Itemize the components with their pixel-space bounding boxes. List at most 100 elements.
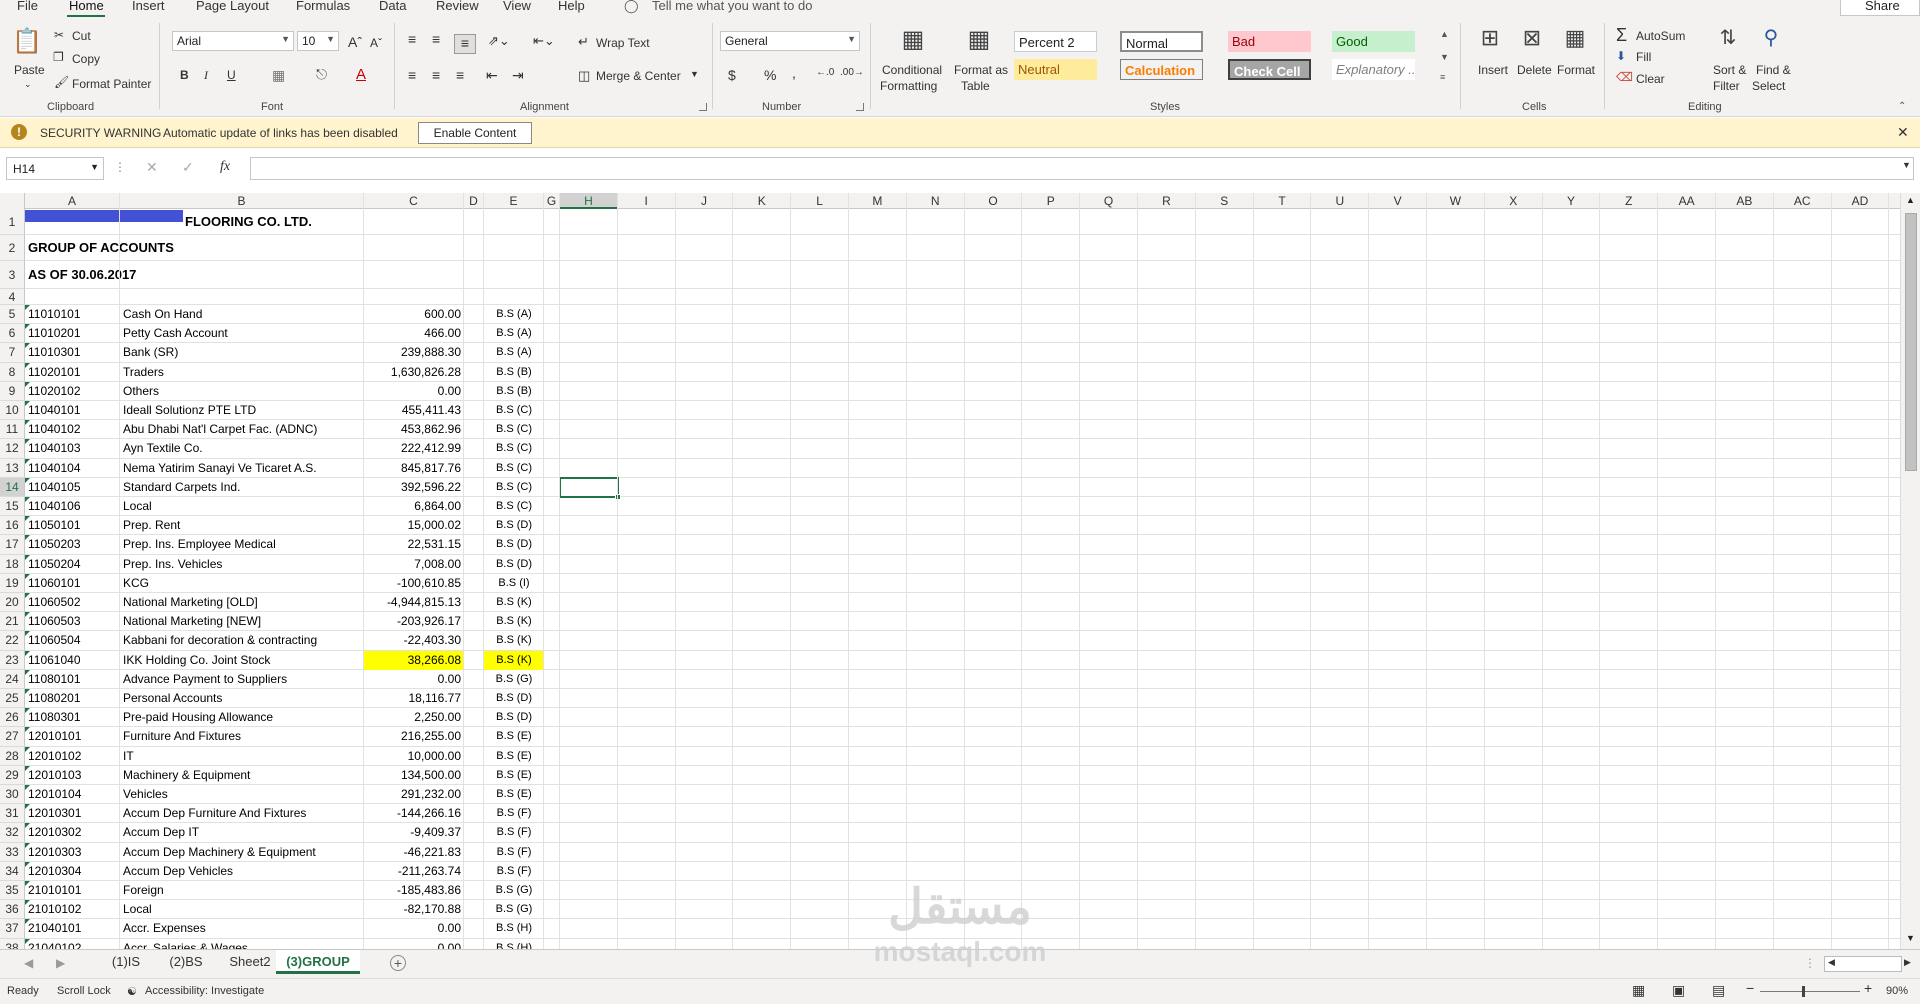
cell-b37[interactable]: Accr. Expenses xyxy=(120,919,364,938)
cell-b25[interactable]: Personal Accounts xyxy=(120,689,364,708)
format-cells-icon[interactable]: ▦ xyxy=(1561,25,1589,55)
find-select-button[interactable]: Find & xyxy=(1756,63,1791,77)
column-header-ac[interactable]: AC xyxy=(1774,193,1832,209)
column-header-b[interactable]: B xyxy=(120,193,364,209)
cell-a16[interactable]: 11050101 xyxy=(25,516,120,535)
row-header[interactable]: 33 xyxy=(0,842,25,862)
decrease-indent-icon[interactable]: ⇤ xyxy=(486,67,498,84)
next-sheet-icon[interactable]: ▶ xyxy=(56,956,65,970)
row-header[interactable]: 3 xyxy=(0,261,25,289)
cell-e25[interactable]: B.S (D) xyxy=(484,689,544,708)
format-painter-button[interactable]: Format Painter xyxy=(72,77,151,91)
cell-b23[interactable]: IKK Holding Co. Joint Stock xyxy=(120,651,364,670)
row-header[interactable]: 16 xyxy=(0,516,25,536)
tab-help[interactable]: Help xyxy=(558,0,585,13)
vertical-scrollbar[interactable]: ▲ ▼ xyxy=(1900,193,1920,949)
cell-b28[interactable]: IT xyxy=(120,747,364,766)
column-header-i[interactable]: I xyxy=(618,193,676,209)
cell-a21[interactable]: 11060503 xyxy=(25,612,120,631)
cell-c34[interactable]: -211,263.74 xyxy=(364,862,464,881)
status-accessibility[interactable]: Accessibility: Investigate xyxy=(145,985,264,997)
cell-b36[interactable]: Local xyxy=(120,900,364,919)
style-normal[interactable]: Normal xyxy=(1120,31,1203,52)
increase-font-icon[interactable]: Aˆ xyxy=(348,34,362,50)
column-header-p[interactable]: P xyxy=(1022,193,1081,209)
cell-e28[interactable]: B.S (E) xyxy=(484,747,544,766)
zoom-in-icon[interactable]: + xyxy=(1864,980,1872,996)
cell-e37[interactable]: B.S (H) xyxy=(484,919,544,938)
zoom-slider-thumb[interactable] xyxy=(1802,986,1805,997)
style-bad[interactable]: Bad xyxy=(1228,31,1311,52)
row-header[interactable]: 31 xyxy=(0,804,25,824)
cell-b30[interactable]: Vehicles xyxy=(120,785,364,804)
cell-c25[interactable]: 18,116.77 xyxy=(364,689,464,708)
text-direction-icon[interactable]: ⇤⌄ xyxy=(533,33,555,49)
expand-formula-icon[interactable]: ▼ xyxy=(1902,160,1911,170)
wrap-text-button[interactable]: Wrap Text xyxy=(596,36,650,50)
magnifier-icon[interactable]: ⚲ xyxy=(1757,25,1785,55)
cell-b34[interactable]: Accum Dep Vehicles xyxy=(120,862,364,881)
column-header-e[interactable]: E xyxy=(484,193,544,209)
enable-content-button[interactable]: Enable Content xyxy=(418,122,532,144)
row-header[interactable]: 24 xyxy=(0,669,25,689)
cell-e32[interactable]: B.S (F) xyxy=(484,823,544,842)
orientation-icon[interactable]: ⇗⌄ xyxy=(488,33,510,49)
number-launcher-icon[interactable] xyxy=(856,103,864,111)
italic-button[interactable]: I xyxy=(204,68,208,83)
cancel-icon[interactable]: ✕ xyxy=(146,159,158,176)
font-color-icon[interactable]: A xyxy=(356,66,366,83)
borders-icon[interactable]: ▦ xyxy=(272,67,285,84)
cut-button[interactable]: Cut xyxy=(72,29,91,43)
row-header[interactable]: 20 xyxy=(0,593,25,613)
row-header[interactable]: 21 xyxy=(0,612,25,632)
conditional-formatting-button[interactable]: Conditional xyxy=(882,63,942,77)
cell-a27[interactable]: 12010101 xyxy=(25,727,120,746)
row-header[interactable]: 38 xyxy=(0,938,25,949)
cell-c38[interactable]: 0.00 xyxy=(364,939,464,949)
decrease-font-icon[interactable]: Aˇ xyxy=(370,36,382,50)
cell-a37[interactable]: 21040101 xyxy=(25,919,120,938)
cell-c7[interactable]: 239,888.30 xyxy=(364,343,464,362)
tab-view[interactable]: View xyxy=(503,0,531,13)
name-box[interactable]: H14 ▼ xyxy=(6,157,104,180)
row-header[interactable]: 32 xyxy=(0,823,25,843)
row-header[interactable]: 11 xyxy=(0,420,25,440)
sheet-tab-bs[interactable]: (2)BS xyxy=(156,950,216,974)
cell-c18[interactable]: 7,008.00 xyxy=(364,555,464,574)
cell-a34[interactable]: 12010304 xyxy=(25,862,120,881)
cell-e20[interactable]: B.S (K) xyxy=(484,593,544,612)
row-header[interactable]: 22 xyxy=(0,631,25,651)
sheet-tab-is[interactable]: (1)IS xyxy=(98,950,154,974)
row-header[interactable]: 26 xyxy=(0,708,25,728)
cell-b10[interactable]: Ideall Solutionz PTE LTD xyxy=(120,401,364,420)
column-header-m[interactable]: M xyxy=(849,193,907,209)
cell-b31[interactable]: Accum Dep Furniture And Fixtures xyxy=(120,804,364,823)
cell-e8[interactable]: B.S (B) xyxy=(484,363,544,382)
cell-e36[interactable]: B.S (G) xyxy=(484,900,544,919)
delete-cells-button[interactable]: Delete xyxy=(1517,63,1552,77)
cell-e38[interactable]: B.S (H) xyxy=(484,939,544,949)
row-header[interactable]: 27 xyxy=(0,727,25,747)
column-header-z[interactable]: Z xyxy=(1600,193,1659,209)
row-header[interactable]: 25 xyxy=(0,689,25,709)
cell-b5[interactable]: Cash On Hand xyxy=(120,305,364,324)
cell-a14[interactable]: 11040105 xyxy=(25,478,120,497)
fill-button[interactable]: Fill xyxy=(1636,50,1651,64)
cell-a38[interactable]: 21040102 xyxy=(25,939,120,949)
cell-a30[interactable]: 12010104 xyxy=(25,785,120,804)
cell-b38[interactable]: Accr. Salaries & Wages xyxy=(120,939,364,949)
percent-button[interactable]: % xyxy=(764,67,776,83)
cell-c36[interactable]: -82,170.88 xyxy=(364,900,464,919)
align-left-icon[interactable]: ≡ xyxy=(408,67,416,83)
cell-e15[interactable]: B.S (C) xyxy=(484,497,544,516)
column-header-ad[interactable]: AD xyxy=(1832,193,1890,209)
column-header-s[interactable]: S xyxy=(1196,193,1254,209)
cell-c32[interactable]: -9,409.37 xyxy=(364,823,464,842)
cell-a33[interactable]: 12010303 xyxy=(25,843,120,862)
collapse-ribbon-icon[interactable]: ⌃ xyxy=(1898,101,1906,112)
row-header[interactable]: 1 xyxy=(0,209,25,235)
row-header[interactable]: 4 xyxy=(0,289,25,305)
insert-cells-icon[interactable]: ⊞ xyxy=(1476,25,1504,55)
conditional-formatting-icon[interactable]: ▦ xyxy=(898,25,928,55)
column-header-q[interactable]: Q xyxy=(1080,193,1138,209)
